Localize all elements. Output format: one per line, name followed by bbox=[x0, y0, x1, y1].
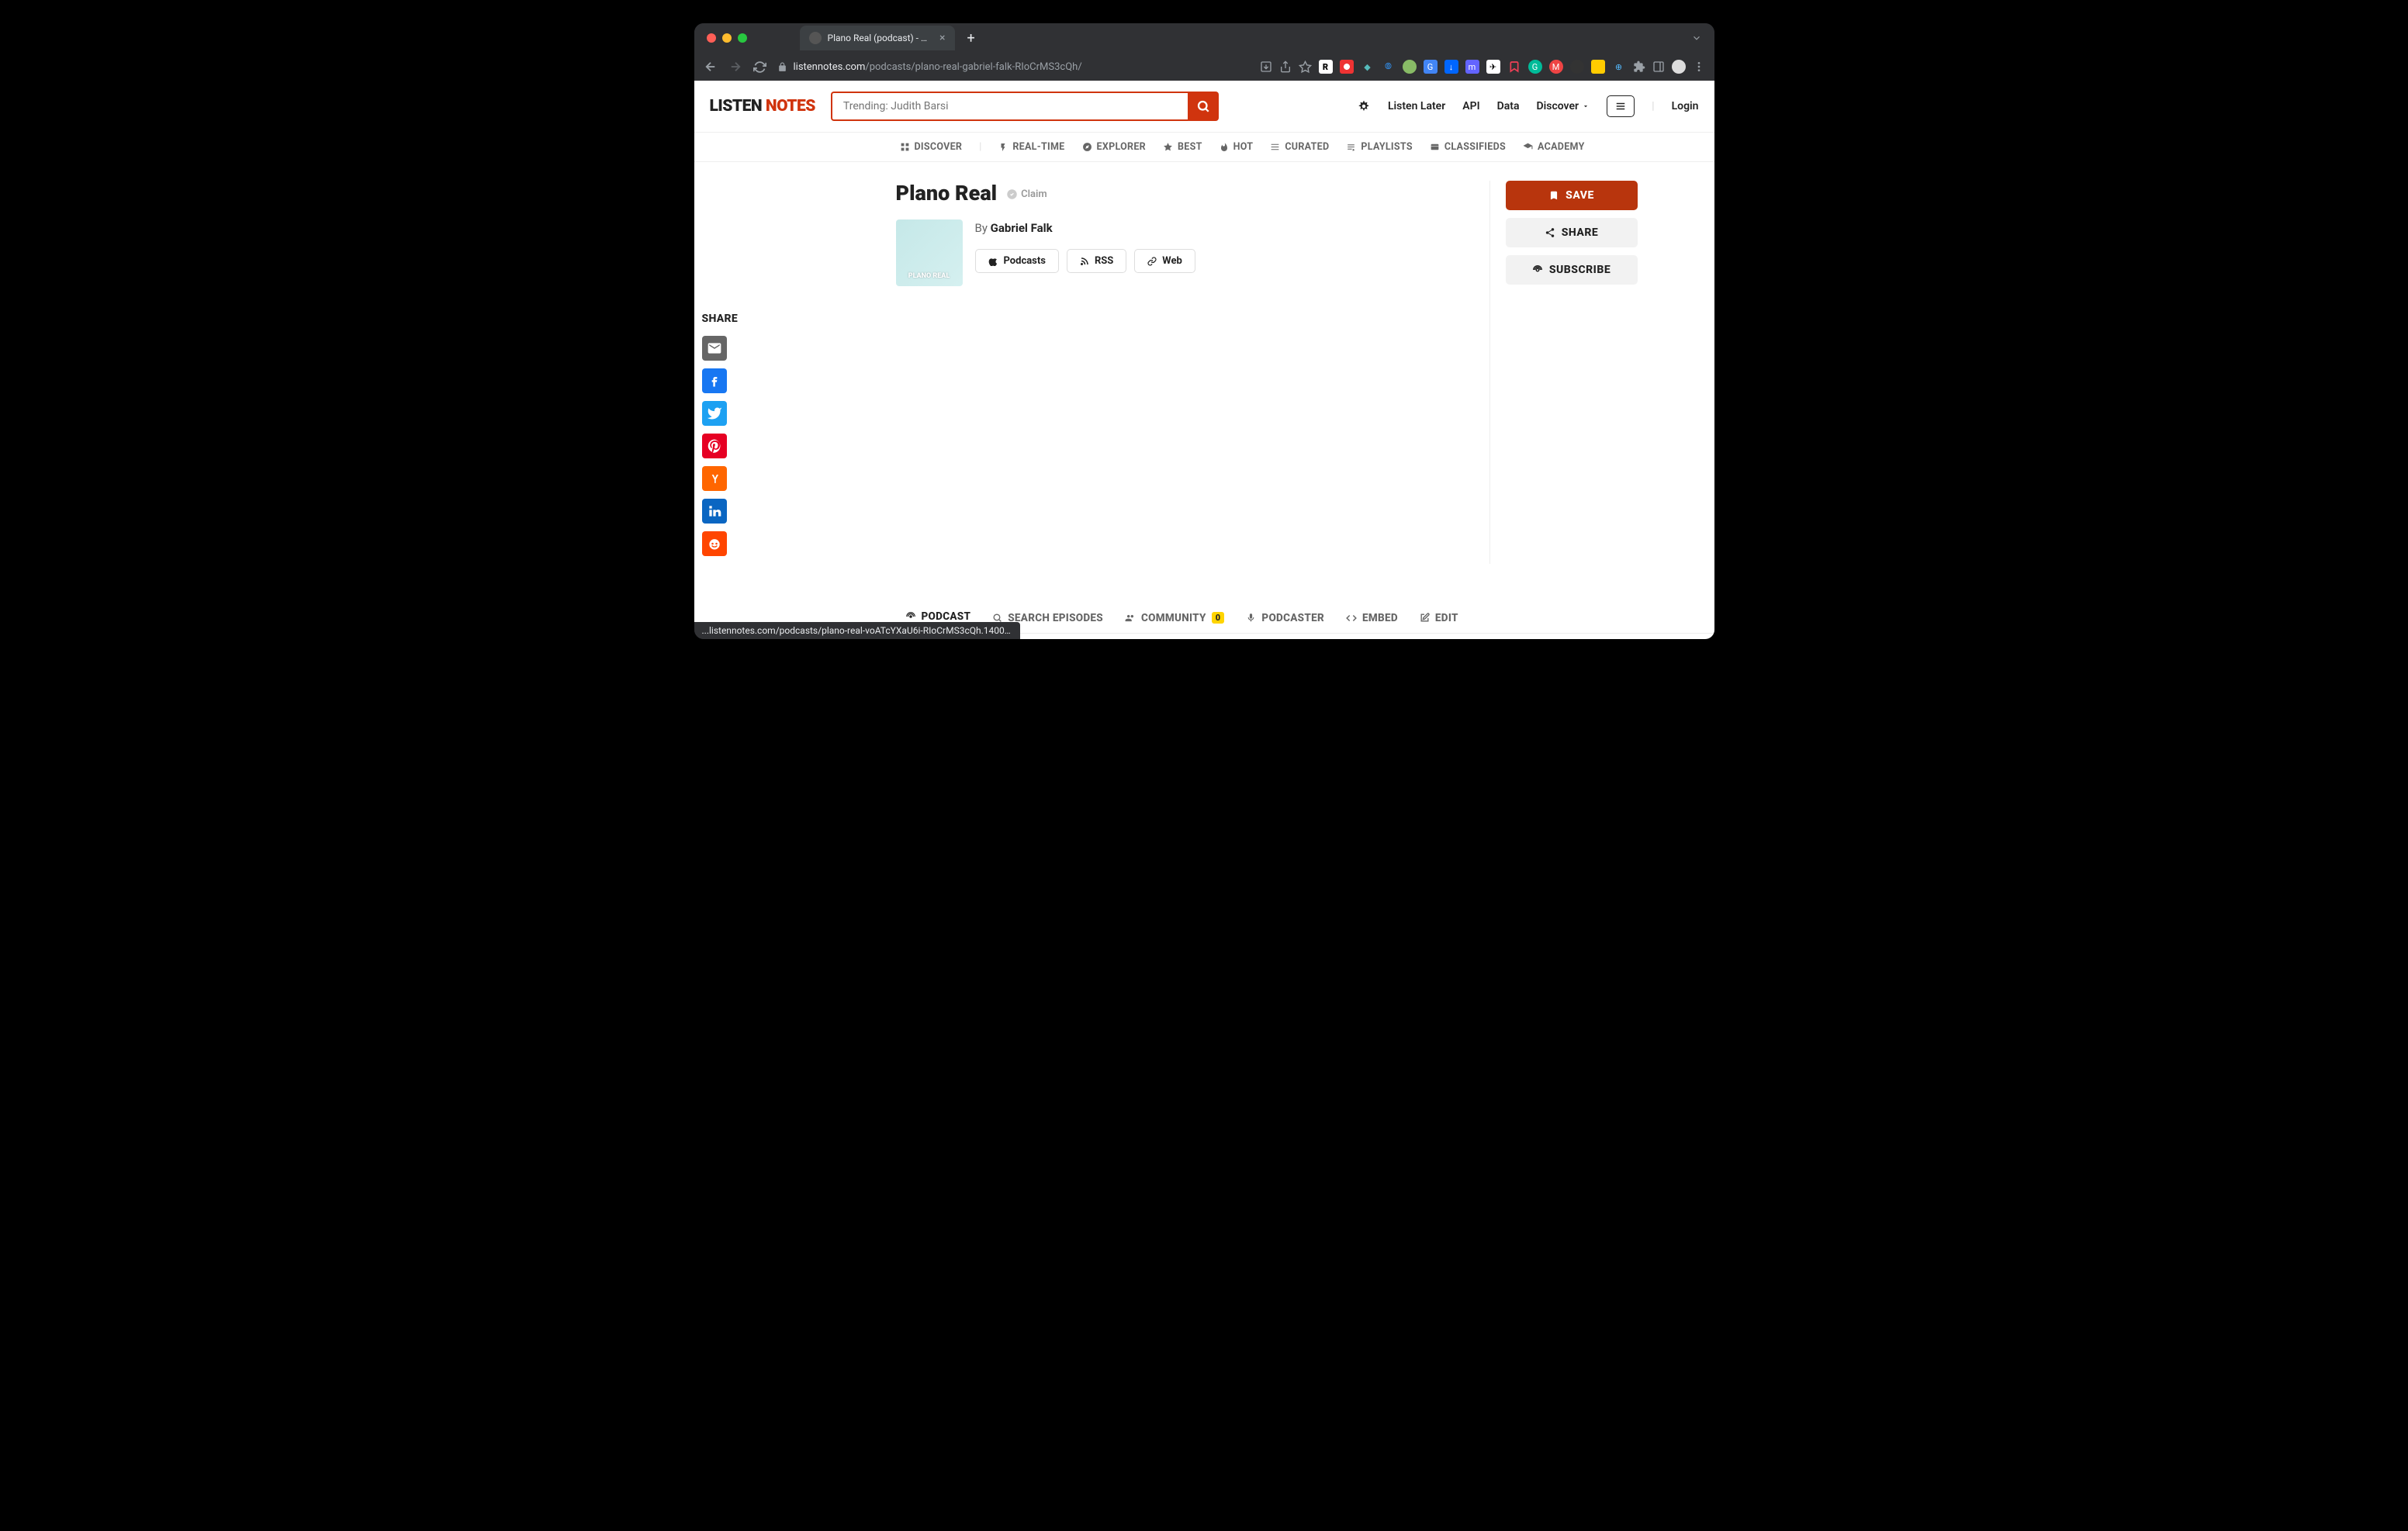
save-button[interactable]: SAVE bbox=[1506, 181, 1638, 210]
forward-button[interactable] bbox=[728, 60, 742, 74]
titlebar: Plano Real (podcast) - Gabriel × + bbox=[694, 23, 1714, 53]
ext-icon[interactable]: G bbox=[1424, 60, 1438, 74]
search-input[interactable] bbox=[831, 92, 1188, 121]
author-link[interactable]: Gabriel Falk bbox=[991, 221, 1053, 235]
ext-icon[interactable]: G bbox=[1528, 60, 1542, 74]
search-button[interactable] bbox=[1188, 92, 1219, 121]
nav-curated[interactable]: CURATED bbox=[1270, 141, 1329, 153]
listen-later-link[interactable]: Listen Later bbox=[1388, 100, 1445, 112]
share-reddit[interactable] bbox=[702, 531, 727, 556]
ext-icon[interactable]: ⊕ bbox=[1612, 60, 1626, 74]
podcast-title: Plano Real bbox=[896, 181, 998, 206]
ext-icon[interactable] bbox=[1591, 60, 1605, 74]
ext-icon[interactable] bbox=[1570, 60, 1584, 74]
status-bar: ...listennotes.com/podcasts/plano-real-v… bbox=[694, 622, 1020, 639]
hamburger-menu[interactable] bbox=[1607, 95, 1635, 117]
sidepanel-icon[interactable] bbox=[1652, 60, 1665, 73]
ext-icon[interactable]: M bbox=[1549, 60, 1563, 74]
back-button[interactable] bbox=[704, 60, 718, 74]
profile-avatar[interactable] bbox=[1672, 60, 1686, 74]
center-column: Plano Real Claim PLANO REAL By Gabriel F… bbox=[896, 181, 1377, 564]
tab-community[interactable]: COMMUNITY0 bbox=[1123, 603, 1226, 633]
share-label: SHARE bbox=[702, 313, 741, 325]
share-pinterest[interactable] bbox=[702, 434, 727, 458]
nav-row: DISCOVER | REAL-TIME EXPLORER BEST HOT C… bbox=[694, 133, 1714, 162]
url-field[interactable]: listennotes.com/podcasts/plano-real-gabr… bbox=[777, 61, 1082, 73]
window-maximize[interactable] bbox=[738, 33, 747, 43]
search-form bbox=[831, 92, 1219, 121]
ext-icon[interactable] bbox=[1507, 60, 1521, 74]
tab-favicon bbox=[809, 32, 822, 44]
nav-hot[interactable]: HOT bbox=[1220, 141, 1254, 153]
browser-window: Plano Real (podcast) - Gabriel × + liste… bbox=[694, 23, 1714, 639]
login-link[interactable]: Login bbox=[1672, 100, 1699, 112]
rss-pill[interactable]: RSS bbox=[1067, 249, 1126, 273]
url-domain: listennotes.com bbox=[794, 61, 866, 73]
nav-realtime[interactable]: REAL-TIME bbox=[998, 141, 1064, 153]
nav-classifieds[interactable]: CLASSIFIEDS bbox=[1430, 141, 1506, 153]
window-close[interactable] bbox=[707, 33, 716, 43]
share-button[interactable]: SHARE bbox=[1506, 218, 1638, 247]
byline: By Gabriel Falk bbox=[975, 221, 1377, 235]
discover-link[interactable]: Discover bbox=[1536, 100, 1590, 112]
tab-podcaster[interactable]: PODCASTER bbox=[1244, 603, 1326, 633]
site-header: LISTEN NOTES Listen Later API Data Disco… bbox=[694, 81, 1714, 133]
actions-column: SAVE SHARE SUBSCRIBE bbox=[1489, 181, 1714, 564]
nav-explorer[interactable]: EXPLORER bbox=[1082, 141, 1146, 153]
share-linkedin[interactable] bbox=[702, 499, 727, 524]
share-facebook[interactable] bbox=[702, 368, 727, 393]
site-logo[interactable]: LISTEN NOTES bbox=[710, 97, 815, 116]
url-bar: listennotes.com/podcasts/plano-real-gabr… bbox=[694, 53, 1714, 81]
share-column: SHARE bbox=[694, 181, 741, 564]
web-pill[interactable]: Web bbox=[1134, 249, 1195, 273]
chrome-expand-icon[interactable] bbox=[1691, 33, 1702, 43]
ext-icon[interactable]: ✈ bbox=[1486, 60, 1500, 74]
window-minimize[interactable] bbox=[722, 33, 732, 43]
ext-icon[interactable] bbox=[1403, 60, 1417, 74]
share-url-icon[interactable] bbox=[1279, 60, 1292, 73]
settings-icon[interactable] bbox=[1357, 99, 1371, 113]
extensions-icon[interactable] bbox=[1633, 60, 1645, 73]
extension-icons: R ◆ ⦾ G ↓ m ✈ G M ⊕ bbox=[1260, 60, 1705, 74]
bookmark-star-icon[interactable] bbox=[1299, 60, 1312, 74]
ext-icon[interactable]: m bbox=[1465, 60, 1479, 74]
share-hackernews[interactable] bbox=[702, 466, 727, 491]
ext-icon[interactable]: ↓ bbox=[1444, 60, 1458, 74]
ext-icon[interactable]: R bbox=[1319, 60, 1333, 74]
nav-best[interactable]: BEST bbox=[1163, 141, 1202, 153]
tab-edit[interactable]: EDIT bbox=[1418, 603, 1460, 633]
nav-playlists[interactable]: PLAYLISTS bbox=[1346, 141, 1412, 153]
ext-icon[interactable]: ⦾ bbox=[1382, 60, 1396, 74]
browser-tab[interactable]: Plano Real (podcast) - Gabriel × bbox=[800, 26, 955, 50]
apple-podcasts-pill[interactable]: Podcasts bbox=[975, 249, 1059, 273]
api-link[interactable]: API bbox=[1462, 100, 1479, 112]
tab-close-icon[interactable]: × bbox=[939, 32, 945, 44]
ext-icon[interactable]: ◆ bbox=[1361, 60, 1375, 74]
reload-button[interactable] bbox=[753, 60, 766, 74]
community-badge: 0 bbox=[1212, 612, 1225, 624]
install-icon[interactable] bbox=[1260, 60, 1272, 73]
lock-icon bbox=[777, 62, 787, 72]
nav-discover[interactable]: DISCOVER bbox=[900, 141, 963, 153]
podcast-artwork[interactable]: PLANO REAL bbox=[896, 219, 963, 286]
new-tab-button[interactable]: + bbox=[961, 27, 981, 50]
chrome-menu-icon[interactable] bbox=[1693, 60, 1705, 73]
nav-academy[interactable]: ACADEMY bbox=[1523, 141, 1585, 153]
tab-title: Plano Real (podcast) - Gabriel bbox=[828, 33, 934, 43]
share-twitter[interactable] bbox=[702, 401, 727, 426]
tab-embed[interactable]: EMBED bbox=[1344, 603, 1399, 633]
share-email[interactable] bbox=[702, 336, 727, 361]
ext-icon[interactable] bbox=[1340, 60, 1354, 74]
data-link[interactable]: Data bbox=[1497, 100, 1520, 112]
url-path: /podcasts/plano-real-gabriel-falk-RIoCrM… bbox=[865, 61, 1081, 73]
subscribe-button[interactable]: SUBSCRIBE bbox=[1506, 255, 1638, 285]
page-content: LISTEN NOTES Listen Later API Data Disco… bbox=[694, 81, 1714, 639]
claim-link[interactable]: Claim bbox=[1006, 188, 1047, 200]
